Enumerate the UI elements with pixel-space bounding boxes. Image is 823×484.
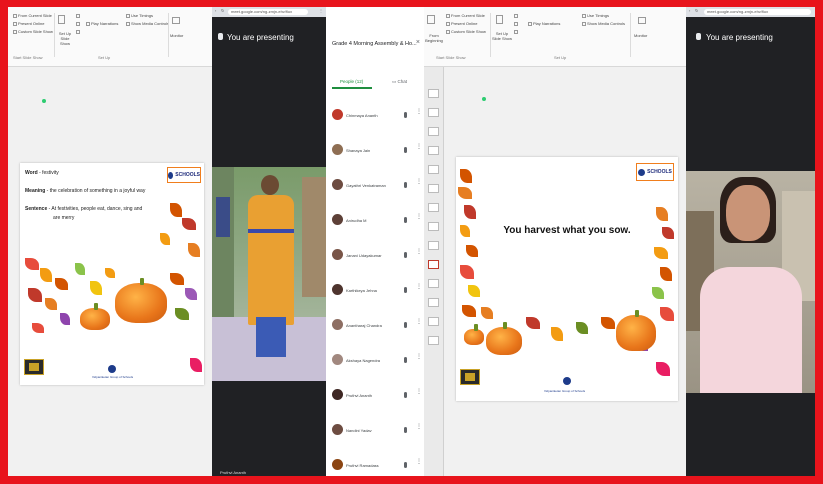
highlight-frame [0,0,823,484]
